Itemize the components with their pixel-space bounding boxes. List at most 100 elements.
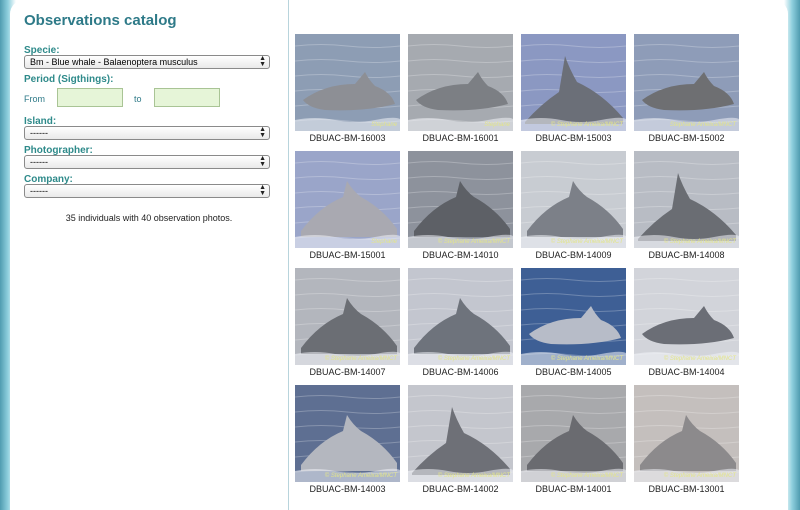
whale-photo-image: [521, 151, 626, 248]
whale-photo-image: [295, 268, 400, 365]
whale-photo[interactable]: © Stephane Ameixa/MNCT: [521, 385, 626, 482]
sea-background: [408, 34, 513, 131]
photo-caption[interactable]: DBUAC-BM-15001: [295, 250, 400, 260]
photo-caption[interactable]: DBUAC-BM-14003: [295, 484, 400, 494]
photo-card[interactable]: © Stephane Ameixa/MNCT DBUAC-BM-14006: [408, 268, 513, 377]
from-label: From: [24, 94, 45, 104]
catalog-panel: Observations catalog Specie: Bm - Blue w…: [10, 0, 788, 510]
photo-card[interactable]: © Stephane Ameixa/MNCT DBUAC-BM-14004: [634, 268, 739, 377]
specie-select[interactable]: Bm - Blue whale - Balaenoptera musculus …: [24, 55, 270, 69]
photo-card[interactable]: © Stephane Ameixa/MNCT DBUAC-BM-14003: [295, 385, 400, 494]
whale-photo-image: [295, 151, 400, 248]
photo-caption[interactable]: DBUAC-BM-14008: [634, 250, 739, 260]
whale-photo-image: [521, 268, 626, 365]
photo-watermark: © Stephane Ameixa/MNCT: [437, 473, 510, 479]
whale-photo-image: [634, 34, 739, 131]
whale-photo[interactable]: © Stephane Ameixa/MNCT: [408, 151, 513, 248]
photo-caption[interactable]: DBUAC-BM-14006: [408, 367, 513, 377]
photo-card[interactable]: Stephane DBUAC-BM-16001: [408, 34, 513, 143]
photo-watermark: © Stephane Ameixa/MNCT: [550, 122, 623, 128]
page-title: Observations catalog: [24, 12, 177, 29]
photo-caption[interactable]: DBUAC-BM-14004: [634, 367, 739, 377]
whale-photo-image: [408, 151, 513, 248]
photo-watermark: © Stephane Ameixa/MNCT: [324, 473, 397, 479]
photo-caption[interactable]: DBUAC-BM-13001: [634, 484, 739, 494]
whale-photo-image: [408, 385, 513, 482]
photo-watermark: Stephane: [371, 122, 397, 128]
sea-background: [634, 34, 739, 131]
photo-watermark: Stephane: [484, 122, 510, 128]
photo-caption[interactable]: DBUAC-BM-15002: [634, 133, 739, 143]
whale-photo-image: [408, 268, 513, 365]
photo-card[interactable]: © Stephane Ameixa/MNCT DBUAC-BM-13001: [634, 385, 739, 494]
photo-card[interactable]: © Stephane Ameixa/MNCT DBUAC-BM-14002: [408, 385, 513, 494]
whale-photo[interactable]: © Stephane Ameixa/MNCT: [521, 34, 626, 131]
photo-watermark: Stephane: [371, 239, 397, 245]
photo-caption[interactable]: DBUAC-BM-14009: [521, 250, 626, 260]
whale-photo-image: [295, 385, 400, 482]
photo-caption[interactable]: DBUAC-BM-14007: [295, 367, 400, 377]
filter-sidebar: Observations catalog Specie: Bm - Blue w…: [10, 0, 289, 510]
whale-photo-image: [408, 34, 513, 131]
whale-photo[interactable]: © Stephane Ameixa/MNCT: [521, 268, 626, 365]
company-select-value: ------: [30, 186, 48, 196]
photo-card[interactable]: © Stephane Ameixa/MNCT DBUAC-BM-14010: [408, 151, 513, 260]
photo-watermark: © Stephane Ameixa/MNCT: [550, 239, 623, 245]
updown-arrows-icon: ▲ ▼: [259, 184, 266, 197]
results-summary: 35 individuals with 40 observation photo…: [65, 213, 233, 223]
period-label: Period (Sigthings):: [24, 74, 114, 85]
from-date-input[interactable]: [57, 88, 123, 107]
whale-photo[interactable]: Stephane: [408, 34, 513, 131]
updown-arrows-icon: ▲ ▼: [259, 55, 266, 68]
photo-card[interactable]: Stephane DBUAC-BM-16003: [295, 34, 400, 143]
photo-card[interactable]: © Stephane Ameixa/MNCT DBUAC-BM-14001: [521, 385, 626, 494]
photo-watermark: © Stephane Ameixa/MNCT: [550, 473, 623, 479]
photo-card[interactable]: Stephane Ameixa/MNCT DBUAC-BM-15002: [634, 34, 739, 143]
whale-photo-image: [521, 34, 626, 131]
photo-watermark: © Stephane Ameixa/MNCT: [550, 356, 623, 362]
photo-card[interactable]: © Stephane Ameixa/MNCT DBUAC-BM-14007: [295, 268, 400, 377]
photo-watermark: © Stephane Ameixa/MNCT: [324, 356, 397, 362]
updown-arrows-icon: ▲ ▼: [259, 155, 266, 168]
island-select-value: ------: [30, 128, 48, 138]
whale-photo[interactable]: © Stephane Ameixa/MNCT: [521, 151, 626, 248]
whale-photo[interactable]: Stephane: [295, 34, 400, 131]
to-label: to: [134, 94, 142, 104]
photo-caption[interactable]: DBUAC-BM-14001: [521, 484, 626, 494]
photo-card[interactable]: © Stephane Ameixa/MNCT DBUAC-BM-15003: [521, 34, 626, 143]
photo-watermark: © Stephane Ameixa/MNCT: [437, 356, 510, 362]
photo-caption[interactable]: DBUAC-BM-14002: [408, 484, 513, 494]
photo-caption[interactable]: DBUAC-BM-16001: [408, 133, 513, 143]
photo-caption[interactable]: DBUAC-BM-14005: [521, 367, 626, 377]
whale-photo-image: [521, 385, 626, 482]
photo-card[interactable]: © Stephane Ameixa/MNCT DBUAC-BM-14009: [521, 151, 626, 260]
photo-caption[interactable]: DBUAC-BM-14010: [408, 250, 513, 260]
whale-photo[interactable]: © Stephane Ameixa/MNCT: [408, 268, 513, 365]
whale-photo[interactable]: Stephane Ameixa/MNCT: [634, 34, 739, 131]
whale-photo-image: [634, 151, 739, 248]
photographer-select[interactable]: ------ ▲ ▼: [24, 155, 270, 169]
whale-photo[interactable]: Stephane: [295, 151, 400, 248]
to-date-input[interactable]: [154, 88, 220, 107]
photo-card[interactable]: Stephane DBUAC-BM-15001: [295, 151, 400, 260]
whale-photo[interactable]: © Stephane Ameixa/MNCT: [634, 151, 739, 248]
company-select[interactable]: ------ ▲ ▼: [24, 184, 270, 198]
photo-watermark: © Stephane Ameixa/MNCT: [663, 356, 736, 362]
photo-card[interactable]: © Stephane Ameixa/MNCT DBUAC-BM-14005: [521, 268, 626, 377]
photo-card[interactable]: © Stephane Ameixa/MNCT DBUAC-BM-14008: [634, 151, 739, 260]
whale-photo[interactable]: © Stephane Ameixa/MNCT: [295, 385, 400, 482]
whale-photo[interactable]: © Stephane Ameixa/MNCT: [634, 385, 739, 482]
photo-caption[interactable]: DBUAC-BM-15003: [521, 133, 626, 143]
photo-watermark: © Stephane Ameixa/MNCT: [663, 239, 736, 245]
whale-photo[interactable]: © Stephane Ameixa/MNCT: [408, 385, 513, 482]
whale-photo-image: [295, 34, 400, 131]
whale-photo[interactable]: © Stephane Ameixa/MNCT: [295, 268, 400, 365]
updown-arrows-icon: ▲ ▼: [259, 126, 266, 139]
photo-watermark: © Stephane Ameixa/MNCT: [663, 473, 736, 479]
whale-photo[interactable]: © Stephane Ameixa/MNCT: [634, 268, 739, 365]
photo-caption[interactable]: DBUAC-BM-16003: [295, 133, 400, 143]
photo-watermark: © Stephane Ameixa/MNCT: [437, 239, 510, 245]
island-select[interactable]: ------ ▲ ▼: [24, 126, 270, 140]
photo-watermark: Stephane Ameixa/MNCT: [669, 122, 736, 128]
sea-background: [295, 34, 400, 131]
